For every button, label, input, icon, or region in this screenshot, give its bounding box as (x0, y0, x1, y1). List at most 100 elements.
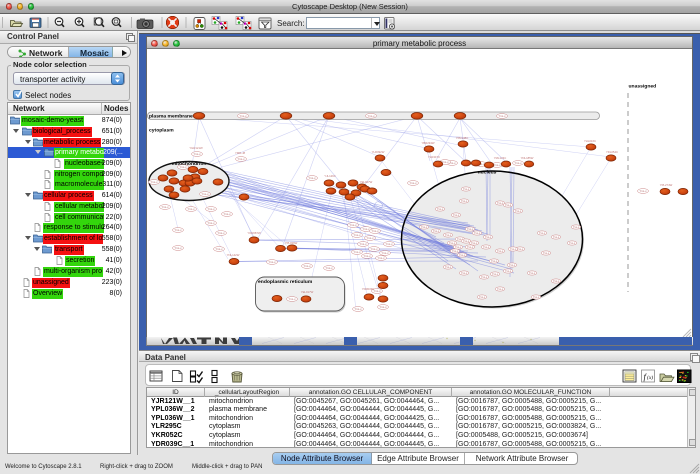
svg-text:Yxx-x: Yxx-x (515, 209, 522, 213)
svg-text:Yxx-x: Yxx-x (445, 233, 452, 237)
svg-text:Yxx-x: Yxx-x (355, 307, 363, 311)
svg-text:Yxx-x: Yxx-x (371, 247, 379, 251)
svg-text:Yxx-x: Yxx-x (304, 264, 312, 268)
svg-text:Yxx-x: Yxx-x (360, 242, 368, 246)
svg-text:Yxx-x: Yxx-x (175, 246, 183, 250)
svg-text:Yxx-x: Yxx-x (467, 227, 474, 231)
svg-text:unassigned: unassigned (629, 84, 657, 90)
svg-text:Yxx-x: Yxx-x (374, 289, 382, 293)
svg-text:Yxx-x: Yxx-x (553, 279, 560, 283)
svg-text:Yxx-x: Yxx-x (499, 114, 507, 118)
svg-text:Yxx-x: Yxx-x (491, 259, 498, 263)
svg-text:Yxx-x: Yxx-x (445, 265, 452, 269)
svg-text:Yxx-x: Yxx-x (269, 260, 277, 264)
svg-text:Yxx-x: Yxx-x (529, 271, 536, 275)
svg-text:Yxx-x: Yxx-x (309, 176, 317, 180)
svg-text:YLR092W: YLR092W (372, 150, 385, 154)
svg-text:YPL036W: YPL036W (285, 241, 298, 245)
svg-text:Yxx-x: Yxx-x (483, 245, 490, 249)
svg-text:Yxx-x: Yxx-x (569, 241, 576, 245)
svg-text:Yxx-x: Yxx-x (459, 253, 466, 257)
svg-text:Yxx-x: Yxx-x (533, 295, 540, 299)
svg-text:Yxx-x: Yxx-x (461, 199, 468, 203)
svg-text:Yxx-x: Yxx-x (188, 207, 196, 211)
svg-text:Yxx-x: Yxx-x (449, 241, 456, 245)
svg-text:Yxx-x: Yxx-x (380, 305, 388, 309)
svg-text:Yxx-x: Yxx-x (240, 114, 248, 118)
svg-text:YMR-J8: YMR-J8 (235, 151, 246, 155)
svg-text:Yxx-x: Yxx-x (354, 233, 362, 237)
svg-text:Yxx-x: Yxx-x (463, 239, 470, 243)
svg-text:Yxx-x: Yxx-x (151, 180, 159, 184)
svg-text:Yxx-x: Yxx-x (463, 187, 470, 191)
svg-text:YPL274W: YPL274W (660, 183, 673, 187)
svg-text:YGR121W: YGR121W (189, 146, 203, 150)
svg-text:Yxx-x: Yxx-x (175, 228, 183, 232)
svg-text:YNL142W: YNL142W (227, 253, 240, 257)
svg-text:Yxx-x: Yxx-x (481, 275, 488, 279)
svg-text:Yxx-x: Yxx-x (354, 250, 362, 254)
svg-text:Yxx-x: Yxx-x (363, 227, 371, 231)
svg-text:Yxx-x: Yxx-x (510, 247, 517, 251)
svg-text:YBR294W: YBR294W (421, 141, 434, 145)
svg-text:Yxx-x: Yxx-x (539, 231, 546, 235)
svg-text:Yxx-x: Yxx-x (208, 221, 216, 225)
svg-text:Yxx-x: Yxx-x (162, 205, 170, 209)
svg-text:YDR039C: YDR039C (362, 287, 375, 291)
svg-text:Yxx-x: Yxx-x (194, 152, 202, 156)
svg-text:Yxx-x: Yxx-x (505, 203, 512, 207)
svg-text:Yxx-x: Yxx-x (573, 225, 580, 229)
svg-text:YEL027W: YEL027W (360, 180, 373, 184)
svg-text:YHL016C: YHL016C (584, 139, 596, 143)
svg-text:Yxx-x: Yxx-x (515, 161, 523, 165)
svg-text:YML123C: YML123C (494, 156, 506, 160)
svg-text:Yxx-x: Yxx-x (492, 272, 499, 276)
svg-text:Yxx-x: Yxx-x (452, 249, 459, 253)
svg-text:Yxx-x: Yxx-x (350, 223, 358, 227)
svg-text:mitochondrion: mitochondrion (172, 161, 207, 167)
svg-text:Yxx-x: Yxx-x (382, 251, 390, 255)
svg-text:Yxx-x: Yxx-x (238, 157, 246, 161)
svg-text:nucleus: nucleus (478, 170, 497, 176)
svg-text:Yxx-x: Yxx-x (364, 254, 372, 258)
svg-text:Yxx-x: Yxx-x (218, 231, 226, 235)
svg-text:Yxx-x: Yxx-x (509, 263, 516, 267)
svg-text:YDL185W: YDL185W (521, 156, 534, 160)
svg-text:Yxx-x: Yxx-x (326, 266, 334, 270)
svg-text:Yxx-x: Yxx-x (455, 245, 462, 249)
svg-text:Yxx-x: Yxx-x (474, 231, 481, 235)
svg-text:Yxx-x: Yxx-x (640, 189, 648, 193)
svg-text:Yxx-x: Yxx-x (494, 163, 502, 167)
svg-text:YPR138C: YPR138C (456, 136, 468, 140)
svg-text:Yxx-x: Yxx-x (461, 271, 468, 275)
svg-text:Yxx-x: Yxx-x (485, 235, 492, 239)
svg-text:YEL017W: YEL017W (301, 290, 314, 294)
svg-text:cytoplasm: cytoplasm (149, 128, 174, 134)
svg-text:Yxx-x: Yxx-x (479, 295, 486, 299)
svg-text:Yxx-x: Yxx-x (378, 256, 386, 260)
svg-text:Yxx-x: Yxx-x (433, 229, 440, 233)
svg-text:Yxx-x: Yxx-x (453, 213, 460, 217)
svg-text:Yxx-x: Yxx-x (367, 236, 375, 240)
svg-text:Yxx-x: Yxx-x (368, 114, 376, 118)
svg-text:endoplasmic reticulum: endoplasmic reticulum (258, 279, 313, 285)
svg-text:YDL054C: YDL054C (606, 150, 618, 154)
svg-text:YOR087W: YOR087W (247, 231, 261, 235)
svg-text:Yxx-x: Yxx-x (410, 181, 418, 185)
svg-text:Yxx-x: Yxx-x (543, 251, 550, 255)
svg-text:Yxx-x: Yxx-x (553, 235, 560, 239)
svg-text:Yxx-x: Yxx-x (289, 297, 297, 301)
svg-text:plasma membrane: plasma membrane (149, 114, 193, 120)
svg-text:Yxx-x: Yxx-x (467, 245, 474, 249)
svg-text:Yxx-x: Yxx-x (208, 207, 216, 211)
svg-text:Yxx-x: Yxx-x (421, 225, 428, 229)
svg-text:YJL129C: YJL129C (324, 174, 336, 178)
svg-text:Yxx-x: Yxx-x (386, 242, 394, 246)
svg-text:Yxx-x: Yxx-x (372, 229, 380, 233)
svg-text:Yxx-x: Yxx-x (437, 207, 444, 211)
svg-text:Yxx-x: Yxx-x (497, 201, 504, 205)
svg-text:Yxx-x: Yxx-x (471, 241, 478, 245)
svg-text:Yxx-x: Yxx-x (202, 192, 210, 196)
svg-text:Yxx-x: Yxx-x (497, 249, 504, 253)
svg-text:Yxx-x: Yxx-x (505, 269, 512, 273)
